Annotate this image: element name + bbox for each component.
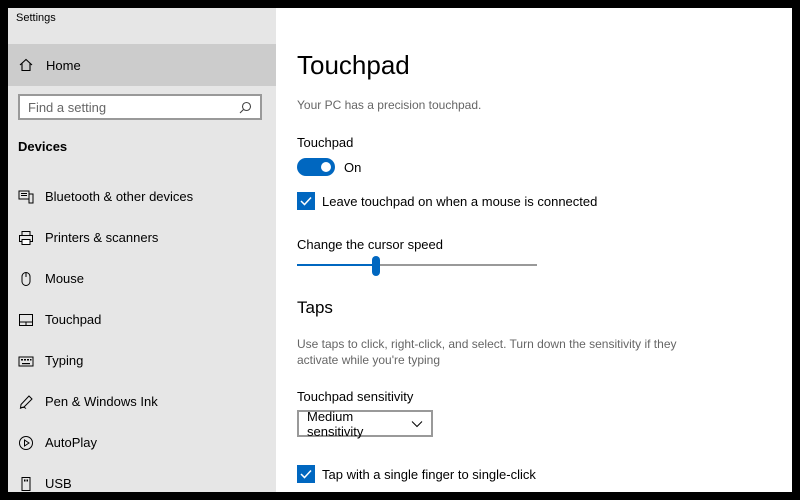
home-icon [18, 57, 34, 73]
leave-touchpad-on-checkbox[interactable]: Leave touchpad on when a mouse is connec… [297, 192, 597, 210]
sensitivity-label: Touchpad sensitivity [297, 389, 414, 404]
sidebar-item-typing[interactable]: Typing [8, 340, 276, 381]
sidebar-item-autoplay[interactable]: AutoPlay [8, 422, 276, 463]
home-nav-item[interactable]: Home [8, 44, 276, 86]
sidebar-item-touchpad[interactable]: Touchpad [8, 299, 276, 340]
sensitivity-value: Medium sensitivity [307, 408, 364, 439]
single-tap-checkbox[interactable]: Tap with a single finger to single-click [297, 465, 536, 483]
page-title: Touchpad [297, 50, 410, 80]
cursor-speed-slider[interactable] [297, 256, 537, 276]
sidebar-item-label: Touchpad [45, 312, 102, 327]
checkbox-checked[interactable] [297, 192, 315, 210]
touchpad-toggle-label: Touchpad [297, 135, 354, 150]
search-box[interactable] [18, 94, 262, 120]
toggle-state-text: On [344, 160, 362, 175]
sidebar-item-label: Mouse [45, 271, 85, 286]
search-icon[interactable] [239, 101, 252, 114]
sidebar-item-usb[interactable]: USB [8, 463, 276, 492]
pen-icon [17, 393, 35, 411]
sidebar-item-bluetooth[interactable]: Bluetooth & other devices [8, 176, 276, 217]
sidebar-item-label: Printers & scanners [45, 230, 159, 245]
sidebar-item-label: AutoPlay [45, 435, 98, 450]
sidebar-item-mouse[interactable]: Mouse [8, 258, 276, 299]
taps-description: Use taps to click, right-click, and sele… [297, 337, 677, 367]
slider-thumb[interactable] [372, 256, 380, 276]
touchpad-toggle[interactable] [297, 158, 335, 176]
autoplay-icon [17, 434, 35, 452]
checkbox-checked[interactable] [297, 465, 315, 483]
keyboard-icon [17, 352, 35, 370]
leave-touchpad-on-label: Leave touchpad on when a mouse is connec… [322, 193, 598, 209]
sidebar-item-label: Typing [45, 353, 84, 368]
window-title: Settings [16, 12, 56, 24]
section-title-devices: Devices [18, 139, 68, 154]
printer-icon [17, 229, 35, 247]
sidebar-item-label: USB [45, 476, 72, 491]
toggle-knob [321, 162, 331, 172]
slider-fill [297, 264, 376, 266]
page-description: Your PC has a precision touchpad. [297, 98, 482, 112]
sidebar-nav: Bluetooth & other devices Printers & sca… [8, 176, 276, 492]
sidebar-item-label: Pen & Windows Ink [45, 394, 158, 409]
mouse-icon [17, 270, 35, 288]
bluetooth-devices-icon [17, 188, 35, 206]
taps-heading: Taps [297, 298, 333, 317]
sidebar-item-label: Bluetooth & other devices [45, 189, 194, 204]
search-input[interactable] [28, 99, 228, 115]
settings-window: Settings Home Devices Bluetooth & other … [8, 8, 792, 492]
chevron-down-icon [411, 420, 423, 428]
sidebar: Settings Home Devices Bluetooth & other … [8, 8, 276, 492]
sidebar-item-pen[interactable]: Pen & Windows Ink [8, 381, 276, 422]
home-label: Home [46, 57, 81, 73]
usb-icon [17, 475, 35, 493]
sidebar-item-printers[interactable]: Printers & scanners [8, 217, 276, 258]
cursor-speed-label: Change the cursor speed [297, 237, 443, 252]
sensitivity-dropdown[interactable]: Medium sensitivity [297, 408, 433, 439]
main-content: Touchpad Your PC has a precision touchpa… [276, 8, 792, 492]
touchpad-icon [17, 311, 35, 329]
single-tap-label: Tap with a single finger to single-click [322, 466, 536, 482]
